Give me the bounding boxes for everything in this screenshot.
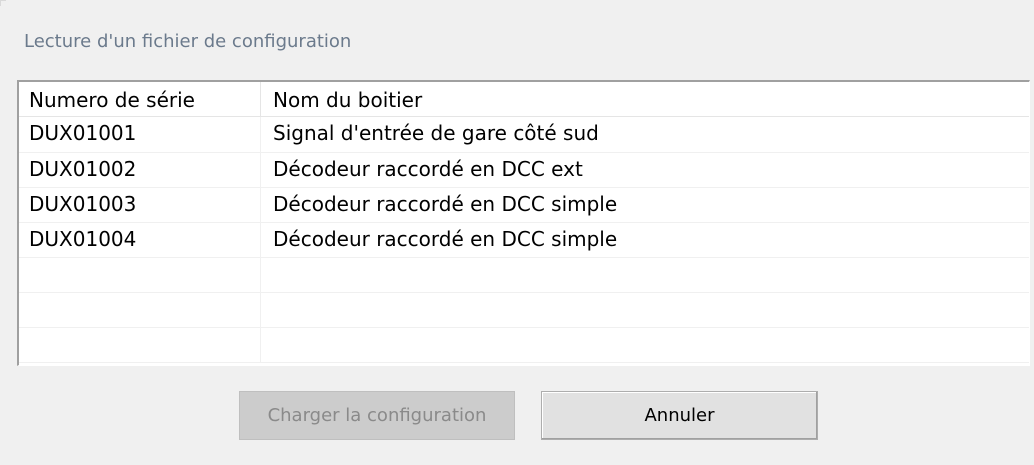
cell-name: Décodeur raccordé en DCC simple xyxy=(273,227,618,251)
list-header: Numero de série Nom du boitier xyxy=(19,82,1029,117)
cell-name: Décodeur raccordé en DCC ext xyxy=(273,157,583,181)
config-list-view[interactable]: Numero de série Nom du boitier DUX01001 … xyxy=(17,80,1030,366)
cell-serial xyxy=(19,328,261,362)
list-row[interactable]: DUX01002 Décodeur raccordé en DCC ext xyxy=(19,153,1029,188)
cell-serial: DUX01001 xyxy=(19,117,261,152)
cell-serial: DUX01004 xyxy=(19,223,261,257)
list-row-empty xyxy=(19,328,1029,363)
column-header-serial[interactable]: Numero de série xyxy=(19,82,261,116)
cell-name: Signal d'entrée de gare côté sud xyxy=(273,121,599,145)
list-row[interactable]: DUX01003 Décodeur raccordé en DCC simple xyxy=(19,188,1029,223)
cell-serial: DUX01002 xyxy=(19,153,261,187)
cell-name xyxy=(261,293,1029,327)
column-header-name[interactable]: Nom du boitier xyxy=(261,82,1029,116)
list-row[interactable]: DUX01004 Décodeur raccordé en DCC simple xyxy=(19,223,1029,258)
list-row-empty xyxy=(19,293,1029,328)
cell-serial: DUX01003 xyxy=(19,188,261,222)
load-configuration-button[interactable]: Charger la configuration xyxy=(239,391,515,440)
window-corner xyxy=(0,0,6,6)
cell-serial xyxy=(19,293,261,327)
cell-name: Décodeur raccordé en DCC simple xyxy=(273,192,618,216)
cell-name xyxy=(261,258,1029,292)
list-row-empty xyxy=(19,258,1029,293)
list-body: DUX01001 Signal d'entrée de gare côté su… xyxy=(19,117,1029,363)
list-row[interactable]: DUX01001 Signal d'entrée de gare côté su… xyxy=(19,117,1029,153)
cell-serial xyxy=(19,258,261,292)
dialog-title: Lecture d'un fichier de configuration xyxy=(24,31,352,52)
cell-name xyxy=(261,328,1029,362)
cancel-button[interactable]: Annuler xyxy=(541,391,818,440)
